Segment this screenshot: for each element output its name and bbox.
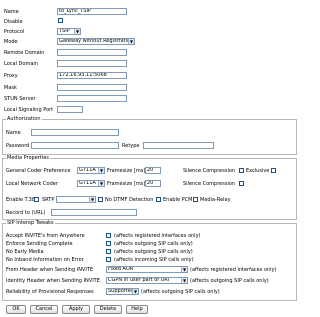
chevron-down-icon: ▼ [74, 29, 80, 34]
local-domain-field[interactable] [57, 60, 127, 67]
ok-button[interactable]: OK [6, 305, 26, 314]
retype-field[interactable] [143, 142, 214, 149]
protocol-label: Protocol [4, 29, 25, 35]
media-relay-checkbox[interactable] [193, 197, 198, 202]
proxy-label: Proxy [4, 73, 18, 79]
chevron-down-icon: ▼ [98, 168, 104, 173]
local-coder-select[interactable]: G711A ▼ [77, 180, 105, 187]
media-relay-label: Media-Relay [200, 197, 231, 203]
no-dtmf-detection-label: No DTMF Detection [105, 197, 154, 203]
password-label: Password [6, 143, 30, 149]
disable-checkbox[interactable] [58, 18, 63, 23]
interop-row-note: (affects outgoing SIP calls only) [114, 241, 193, 247]
password-field[interactable] [31, 142, 119, 149]
mask-field[interactable] [57, 84, 127, 91]
record-url-label: Record to (URL) [6, 210, 46, 216]
general-coder-value: G711A [79, 167, 96, 173]
name-field[interactable]: to_Lync_TSIP [57, 8, 127, 15]
name-label: Name [4, 9, 19, 15]
enable-t38-checkbox[interactable] [34, 197, 39, 202]
sip-interop-legend: SIP Interop Tweaks [6, 220, 55, 226]
chevron-down-icon: ▼ [181, 278, 187, 283]
interop-row-label: Enforce Sending Complete [6, 241, 73, 247]
cancel-button[interactable]: Cancel [30, 305, 58, 314]
remote-domain-field[interactable] [57, 49, 127, 56]
record-url-field[interactable] [51, 209, 137, 216]
chevron-down-icon: ▼ [98, 181, 104, 186]
from-header-select[interactable]: Fixed AOR ▼ [106, 266, 188, 273]
chevron-down-icon: ▼ [89, 197, 95, 202]
mode-select[interactable]: Gateway without Registration ▼ [57, 38, 135, 45]
local-framesize-label: Framesize [ms] [107, 181, 146, 187]
media-properties-legend: Media Properties [6, 155, 50, 161]
reliability-value: Supported [108, 288, 135, 294]
reliability-note: (affects outgoing SIP calls only) [141, 289, 220, 295]
proxy-field[interactable]: 172.16.93.11:5068 [57, 72, 127, 79]
mask-label: Mask [4, 85, 17, 91]
from-header-value: Fixed AOR [108, 266, 134, 272]
framesize-label: Framesize [ms] [107, 168, 146, 174]
authorization-legend: Authorization [6, 116, 42, 122]
chevron-down-icon: ▼ [128, 39, 134, 44]
identity-header-select[interactable]: CGPN in user part of URI ▼ [106, 277, 188, 284]
identity-header-note: (affects outgoing SIP calls only) [190, 278, 269, 284]
no-early-media-checkbox[interactable] [106, 249, 111, 254]
delete-button[interactable]: Delete [94, 305, 122, 314]
from-header-note: (affects registered interfaces only) [190, 267, 277, 273]
enable-t38-label: Enable T.38 [6, 197, 36, 203]
from-header-label: From Header when Sending INVITE [6, 267, 94, 273]
interop-row-label: Accept INVITE's from Anywhere [6, 233, 85, 239]
chevron-down-icon: ▼ [132, 289, 138, 294]
chevron-down-icon: ▼ [181, 267, 187, 272]
protocol-value: TSIP [59, 28, 70, 34]
general-coder-label: General Coder Preference [6, 168, 71, 174]
identity-header-value: CGPN in user part of URI [108, 277, 170, 283]
authorization-group [2, 119, 297, 155]
general-coder-select[interactable]: G711A ▼ [77, 167, 105, 174]
interop-row-note: (affects incoming SIP calls only) [114, 257, 194, 263]
local-domain-label: Local Domain [4, 61, 38, 67]
remote-domain-label: Remote Domain [4, 50, 45, 56]
apply-button[interactable]: Apply [62, 305, 90, 314]
enable-pcm-checkbox[interactable] [156, 197, 161, 202]
reliability-select[interactable]: Supported ▼ [106, 288, 139, 295]
protocol-select[interactable]: TSIP ▼ [57, 28, 81, 35]
stun-server-field[interactable] [57, 95, 127, 102]
mode-label: Mode [4, 39, 18, 45]
srtp-select[interactable]: ▼ [56, 196, 96, 203]
accept-invites-checkbox[interactable] [106, 233, 111, 238]
retype-label: Retype [122, 143, 140, 149]
local-coder-label: Local Network Coder [6, 181, 58, 187]
no-inband-info-checkbox[interactable] [106, 257, 111, 262]
silence-compression-checkbox[interactable] [239, 168, 244, 173]
local-silence-compression-label: Silence Compression [183, 181, 236, 187]
local-framesize-field[interactable]: 20 [145, 180, 161, 187]
local-signaling-port-label: Local Signaling Port [4, 107, 54, 113]
srtp-label: SRTP [42, 197, 55, 203]
auth-name-field[interactable] [31, 129, 119, 136]
mode-value: Gateway without Registration [59, 38, 134, 44]
auth-name-label: Name [6, 130, 21, 136]
interop-row-note: (affects outgoing SIP calls only) [114, 249, 193, 255]
interop-row-label: No Inband Information on Error [6, 257, 84, 263]
exclusive-checkbox[interactable] [271, 168, 276, 173]
local-coder-value: G711A [79, 180, 96, 186]
enforce-sending-complete-checkbox[interactable] [106, 241, 111, 246]
reliability-label: Reliability of Provisional Responses [6, 289, 94, 295]
exclusive-label: Exclusive [246, 168, 270, 174]
stun-server-label: STUN Server [4, 96, 36, 102]
disable-label: Disable [4, 19, 23, 25]
local-silence-compression-checkbox[interactable] [239, 181, 244, 186]
enable-pcm-label: Enable PCM [163, 197, 193, 203]
silence-compression-label: Silence Compression [183, 168, 236, 174]
general-framesize-field[interactable]: 20 [145, 167, 161, 174]
interop-row-note: (affects registered interfaces only) [114, 233, 201, 239]
identity-header-label: Identity Header when Sending INVITE [6, 278, 100, 284]
no-dtmf-detection-checkbox[interactable] [98, 197, 103, 202]
help-button[interactable]: Help [126, 305, 148, 314]
interop-row-label: No Early Media [6, 249, 44, 255]
local-signaling-port-field[interactable] [57, 106, 83, 113]
